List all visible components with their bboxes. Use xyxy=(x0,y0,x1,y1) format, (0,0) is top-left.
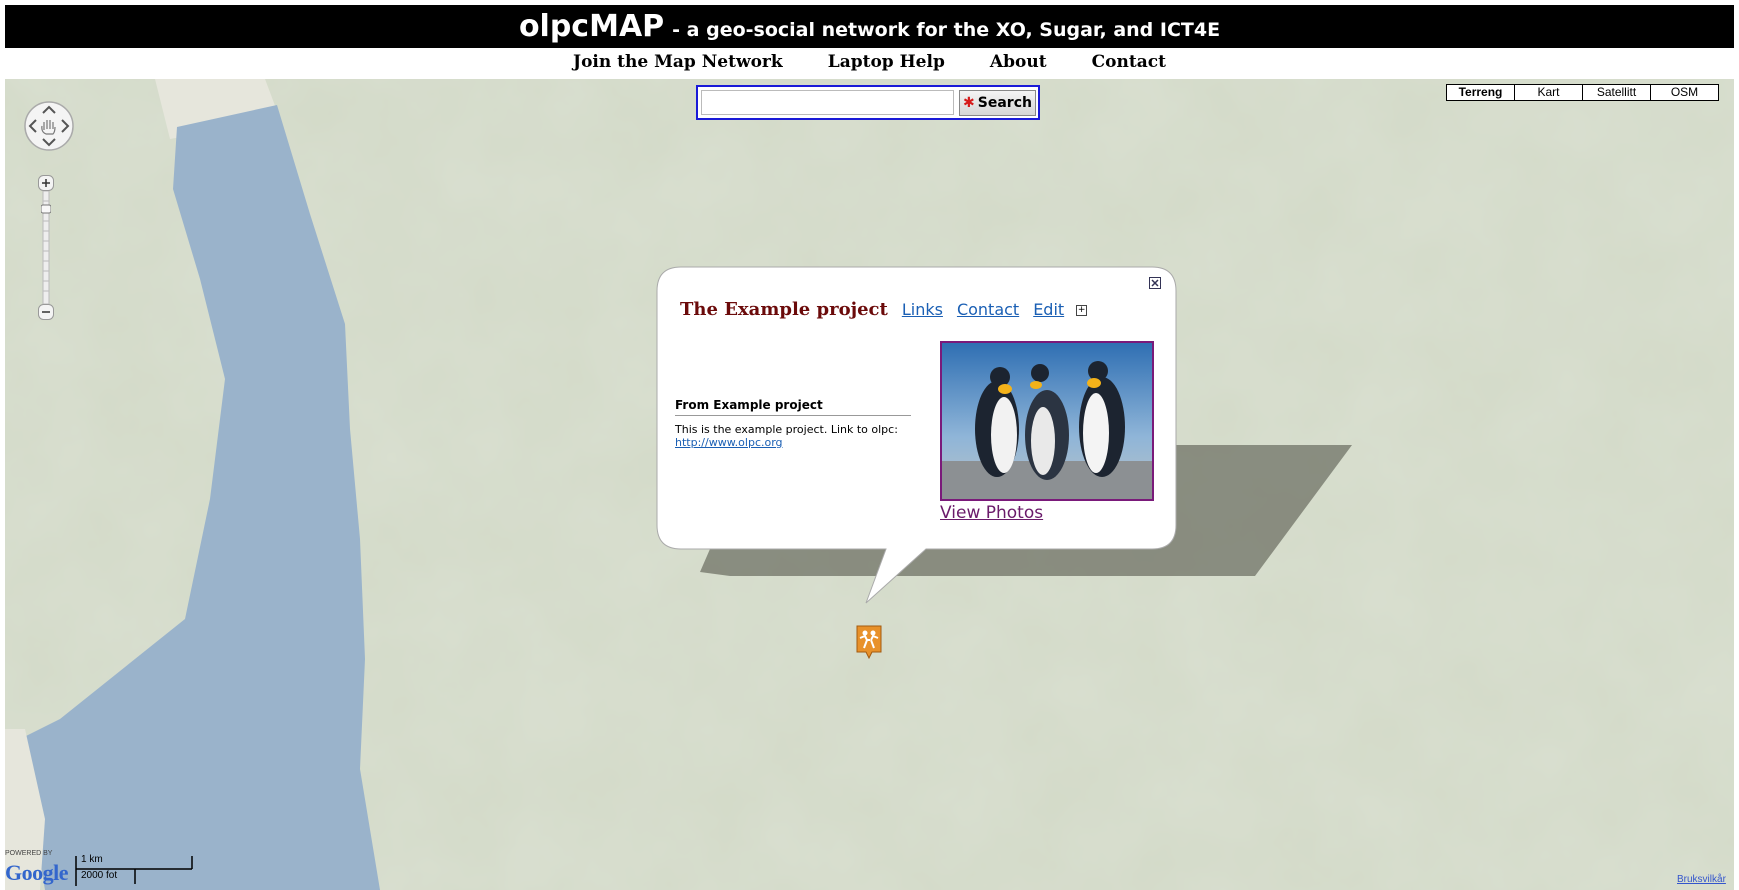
nav-join-map-network[interactable]: Join the Map Network xyxy=(573,52,783,72)
site-title: olpcMAP xyxy=(518,9,665,44)
nav-about[interactable]: About xyxy=(990,52,1047,72)
scale-km-label: 1 km xyxy=(81,854,103,865)
zoom-slider[interactable] xyxy=(41,191,51,304)
from-heading: From Example project xyxy=(675,398,911,416)
site-header: olpcMAP - a geo-social network for the XO… xyxy=(5,5,1734,48)
main-nav: Join the Map Network Laptop Help About C… xyxy=(0,52,1739,76)
powered-by-text: POWERED BY xyxy=(5,850,53,857)
search-box: ✱ Search xyxy=(696,85,1040,120)
map-type-satellitt[interactable]: Satellitt xyxy=(1582,84,1651,101)
google-logo-text: Google xyxy=(5,860,69,885)
search-button-label: Search xyxy=(977,95,1032,111)
project-title: The Example project xyxy=(680,299,888,320)
zoom-slider-thumb xyxy=(41,204,51,214)
popup-link-contact[interactable]: Contact xyxy=(957,300,1019,319)
info-window-header: The Example project Links Contact Edit + xyxy=(680,299,1088,320)
zoom-in-button[interactable] xyxy=(38,175,54,191)
scale-bar: 1 km 2000 fot xyxy=(75,854,195,890)
map-type-terreng[interactable]: Terreng xyxy=(1446,84,1515,101)
google-logo[interactable]: POWERED BY Google xyxy=(5,850,75,890)
popup-link-links[interactable]: Links xyxy=(902,300,943,319)
expand-icon[interactable]: + xyxy=(1076,305,1088,316)
nav-laptop-help[interactable]: Laptop Help xyxy=(828,52,945,72)
map-canvas[interactable]: ✱ Search Terreng Kart Satellitt OSM The … xyxy=(5,79,1734,890)
pan-control[interactable] xyxy=(22,99,76,153)
description-text: This is the example project. Link to olp… xyxy=(675,423,898,436)
map-type-control: Terreng Kart Satellitt OSM xyxy=(1446,84,1719,101)
project-photo[interactable] xyxy=(940,341,1154,501)
description-link[interactable]: http://www.olpc.org xyxy=(675,436,783,449)
info-window: The Example project Links Contact Edit + Fro… xyxy=(656,266,1177,604)
search-input[interactable] xyxy=(701,90,954,115)
zoom-out-button[interactable] xyxy=(38,304,54,320)
search-button[interactable]: ✱ Search xyxy=(959,90,1036,116)
popup-link-edit[interactable]: Edit xyxy=(1033,300,1064,319)
penguins-image xyxy=(942,343,1152,499)
map-type-osm[interactable]: OSM xyxy=(1650,84,1719,101)
site-tagline: - a geo-social network for the XO, Sugar… xyxy=(672,19,1221,41)
project-marker-icon[interactable] xyxy=(855,625,883,661)
terms-of-use-link[interactable]: Bruksvilkår xyxy=(1677,874,1726,885)
xo-icon: ✱ xyxy=(963,95,975,111)
close-icon[interactable] xyxy=(1149,277,1161,289)
map-type-kart[interactable]: Kart xyxy=(1514,84,1583,101)
project-description: This is the example project. Link to olp… xyxy=(675,423,921,449)
scale-ft-label: 2000 fot xyxy=(81,870,118,881)
view-photos-link[interactable]: View Photos xyxy=(940,503,1043,523)
nav-contact[interactable]: Contact xyxy=(1092,52,1166,72)
